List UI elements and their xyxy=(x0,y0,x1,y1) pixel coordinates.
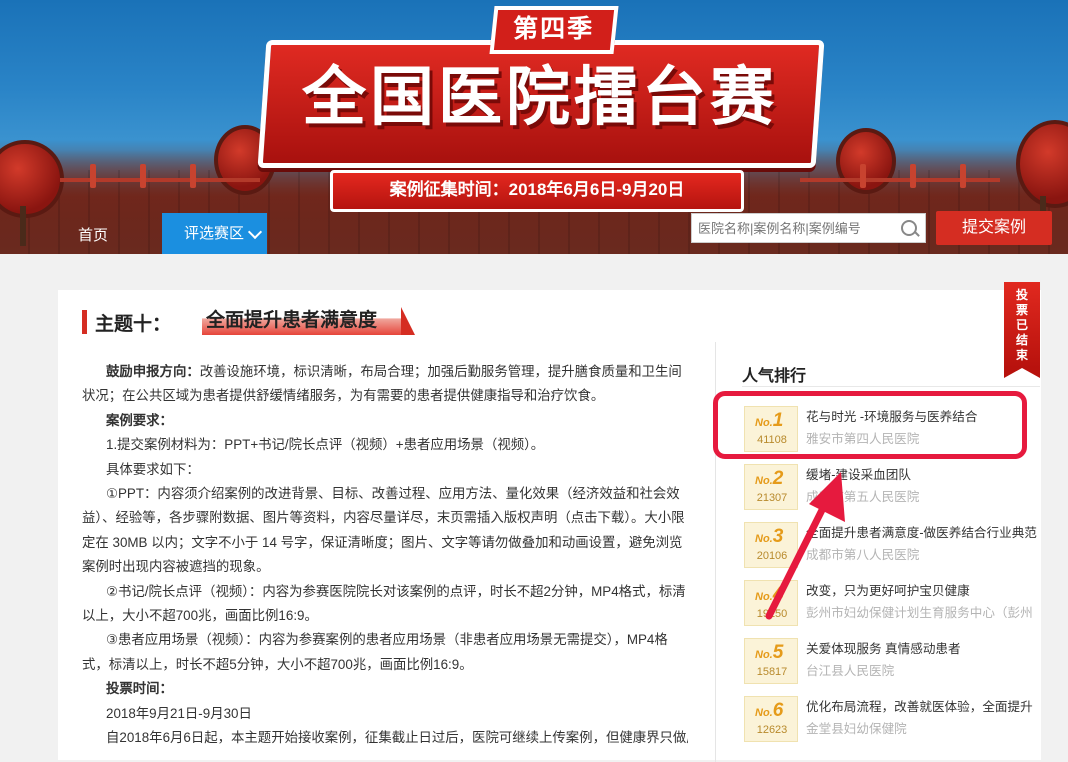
case-name[interactable]: 优化布局流程，改善就医体验，全面提升 xyxy=(806,696,1042,715)
main-nav: 首页 评选赛区 提交案例 xyxy=(0,209,1068,254)
nav-tab-label: 评选赛区 xyxy=(184,225,245,242)
hospital-name: 雅安市第四人民医院 xyxy=(806,432,920,446)
vote-count: 19250 xyxy=(756,608,788,620)
topic-title: 全面提升患者满意度 xyxy=(202,307,416,335)
chevron-down-icon xyxy=(247,224,263,240)
ranking-list: No.1 41108 花与时光 -环境服务与医养结合雅安市第四人民医院 No.2 213… xyxy=(742,398,1041,746)
rank-number: No.2 xyxy=(755,468,784,489)
voting-ended-text: 投票已结束 xyxy=(1016,288,1029,362)
ranking-item[interactable]: No.6 12623 优化布局流程，改善就医体验，全面提升金堂县妇幼保健院 xyxy=(742,688,1041,746)
stage-post xyxy=(140,164,146,188)
drum-icon xyxy=(836,128,896,194)
season-badge: 第四季 xyxy=(489,6,619,54)
intro-last-line: 自2018年6月6日起，本主题开始接收案例，征集截止日过后，医院可继续上传案例，… xyxy=(106,730,688,746)
requirement-ppt: ①PPT：内容须介绍案例的改进背景、目标、改善过程、应用方法、量化效果（经济效益… xyxy=(82,486,685,575)
ranking-item[interactable]: No.1 41108 花与时光 -环境服务与医养结合雅安市第四人民医院 xyxy=(742,398,1041,456)
direction-paragraph: 鼓励申报方向：改善设施环境，标识清晰，布局合理；加强后勤服务管理，提升膳食质量和… xyxy=(82,360,688,409)
hero-banner: 第四季 全国医院擂台赛 案例征集时间：2018年6月6日-9月20日 首页 评选… xyxy=(0,0,1068,254)
topic-accent-bar xyxy=(82,310,87,334)
topic-prefix: 主题十： xyxy=(95,314,172,335)
rank-badge: No.3 20106 xyxy=(744,522,798,568)
rank-badge: No.2 21307 xyxy=(744,464,798,510)
rank-number: No.5 xyxy=(755,642,784,663)
case-name[interactable]: 花与时光 -环境服务与医养结合 xyxy=(806,406,1042,425)
ranking-item[interactable]: No.4 19250 改变，只为更好呵护宝贝健康彭州市妇幼保健计划生育服务中心（彭州 xyxy=(742,572,1041,630)
voting-ended-ribbon: 投票已结束 xyxy=(1004,282,1040,378)
rank-number: No.1 xyxy=(755,410,784,431)
search-box xyxy=(691,213,926,243)
direction-label: 鼓励申报方向： xyxy=(106,364,200,379)
vote-count: 15817 xyxy=(756,666,788,678)
requirements-label: 案例要求： xyxy=(106,412,173,428)
search-input[interactable] xyxy=(692,214,904,242)
hospital-name: 彭州市妇幼保健计划生育服务中心（彭州 xyxy=(806,606,1033,620)
stage-post xyxy=(860,164,866,188)
rank-badge: No.6 12623 xyxy=(744,696,798,742)
ranking-item[interactable]: No.2 21307 缓堵-建设采血团队成都市第五人民医院 xyxy=(742,456,1041,514)
requirement-detail: 具体要求如下： xyxy=(106,461,200,477)
submit-case-button[interactable]: 提交案例 xyxy=(936,211,1052,245)
ranking-title: 人气排行 xyxy=(742,368,807,385)
vote-time-label: 投票时间： xyxy=(106,681,173,697)
rank-number: No.4 xyxy=(755,584,784,605)
vote-count: 41108 xyxy=(757,434,787,446)
case-name[interactable]: 关爱体现服务 真情感动患者 xyxy=(806,638,1042,657)
requirement-1: 1.提交案例材料为：PPT+书记/院长点评（视频）+患者应用场景（视频）。 xyxy=(106,437,545,453)
nav-tab-selection-zone[interactable]: 评选赛区 xyxy=(162,213,267,254)
topic-card: 主题十： 全面提升患者满意度 鼓励申报方向：改善设施环境，标识清晰，布局合理；加… xyxy=(58,290,1041,762)
requirement-video-patient: ③患者应用场景（视频）：内容为参赛案例的患者应用场景（非患者应用场景无需提交），… xyxy=(82,632,668,672)
rank-badge: No.5 15817 xyxy=(744,638,798,684)
search-icon[interactable] xyxy=(901,220,917,236)
rank-badge: No.1 41108 xyxy=(744,406,798,452)
rank-badge: No.4 19250 xyxy=(744,580,798,626)
hospital-name: 金堂县妇幼保健院 xyxy=(806,722,907,736)
banner-date-strip: 案例征集时间：2018年6月6日-9月20日 xyxy=(330,170,744,212)
ranking-item[interactable]: No.5 15817 关爱体现服务 真情感动患者台江县人民医院 xyxy=(742,630,1041,688)
stage-post xyxy=(90,164,96,188)
column-divider xyxy=(715,342,716,762)
hospital-name: 成都市第八人民医院 xyxy=(806,548,920,562)
stage-rail xyxy=(800,178,1000,182)
rank-number: No.6 xyxy=(755,700,784,721)
hospital-name: 成都市第五人民医院 xyxy=(806,490,920,504)
vote-count: 20106 xyxy=(756,550,788,562)
case-name[interactable]: 改变，只为更好呵护宝贝健康 xyxy=(806,580,1042,599)
vote-time: 2018年9月21日-9月30日 xyxy=(106,705,252,721)
stage-post xyxy=(960,164,966,188)
ranking-divider xyxy=(742,386,1040,387)
stage-post xyxy=(190,164,196,188)
case-name[interactable]: 缓堵-建设采血团队 xyxy=(806,464,1042,483)
banner-title: 全国医院擂台赛 xyxy=(302,61,778,133)
season-text: 第四季 xyxy=(513,15,595,43)
stage-post xyxy=(910,164,916,188)
requirement-video-leader: ②书记/院长点评（视频）：内容为参赛医院院长对该案例的点评，时长不超2分钟，MP… xyxy=(82,583,686,624)
vote-count: 21307 xyxy=(756,492,788,504)
nav-home-link[interactable]: 首页 xyxy=(78,224,108,245)
hospital-name: 台江县人民医院 xyxy=(806,664,895,678)
vote-count: 12623 xyxy=(756,724,788,736)
topic-description: 鼓励申报方向：改善设施环境，标识清晰，布局合理；加强后勤服务管理，提升膳食质量和… xyxy=(82,360,688,751)
ranking-item[interactable]: No.3 20106 全面提升患者满意度-做医养结合行业典范成都市第八人民医院 xyxy=(742,514,1041,572)
case-name[interactable]: 全面提升患者满意度-做医养结合行业典范 xyxy=(806,522,1042,541)
rank-number: No.3 xyxy=(755,526,784,547)
